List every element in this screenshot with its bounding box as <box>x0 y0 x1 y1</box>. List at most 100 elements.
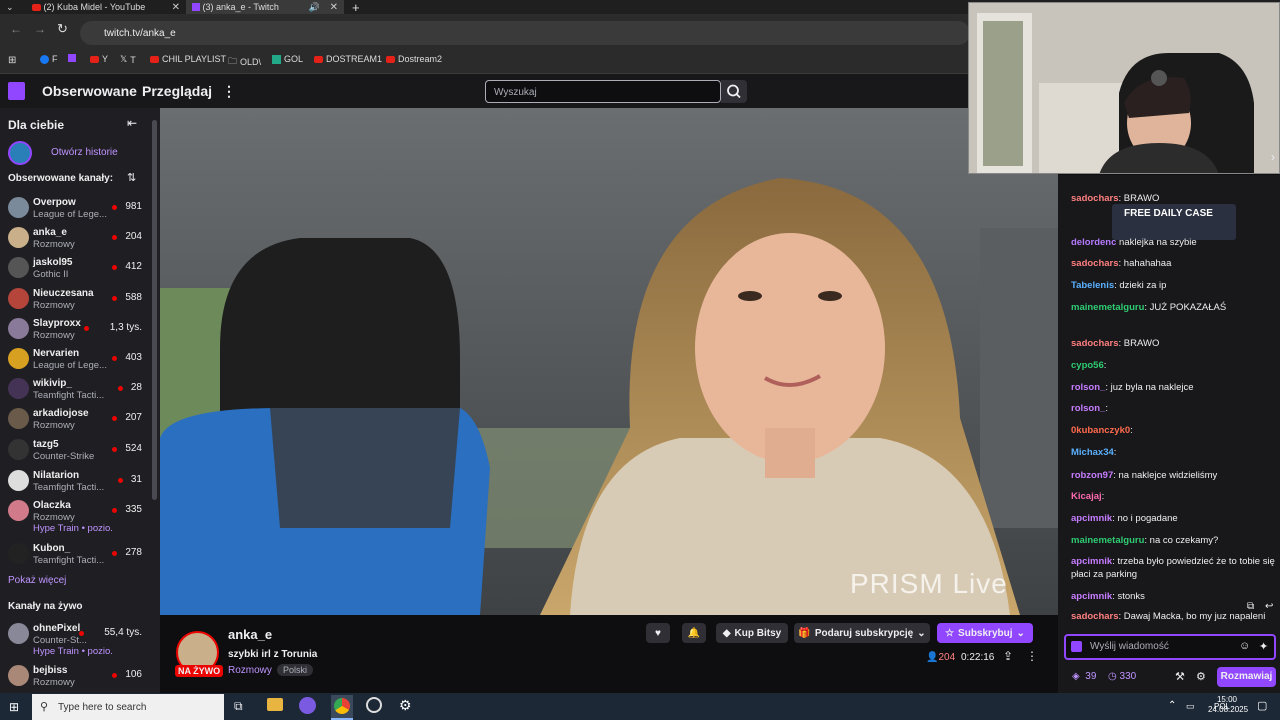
obs-icon[interactable] <box>366 697 382 713</box>
stream-category[interactable]: Rozmowy <box>228 665 272 676</box>
gear-icon[interactable]: ⚙ <box>399 697 412 714</box>
more-vertical-icon[interactable]: ⋮ <box>1026 649 1038 663</box>
speaker-icon[interactable]: 🔊 <box>309 2 320 13</box>
chat-username[interactable]: sadochars <box>1071 258 1119 269</box>
sidebar-channel-arkadiojose[interactable]: arkadiojose Rozmowy 207 <box>0 405 150 435</box>
chat-username[interactable]: cypo56 <box>1071 360 1104 371</box>
open-stories-link[interactable]: Otwórz historie <box>51 147 118 158</box>
network-icon[interactable]: ▭ <box>1186 701 1195 712</box>
show-more-link[interactable]: Pokaż więcej <box>8 575 66 586</box>
live-channel-bejbiss[interactable]: bejbiss Rozmowy 106 <box>0 662 150 692</box>
language-tag[interactable]: Polski <box>277 664 314 676</box>
discord-icon[interactable] <box>299 697 316 714</box>
windows-start-icon[interactable]: ⊞ <box>9 700 19 714</box>
channel-points[interactable]: ◈ 39 <box>1072 671 1096 682</box>
chat-username[interactable]: rolson_ <box>1071 403 1105 414</box>
search-input[interactable]: Wyszukaj <box>485 80 721 103</box>
chat-username[interactable]: Kicajaj <box>1071 491 1102 502</box>
apps-grid-icon[interactable]: ⊞ <box>8 55 16 66</box>
tab-youtube[interactable]: (2) Kuba Midel - YouTube ✕ <box>26 0 186 14</box>
chat-username[interactable]: sadochars <box>1071 193 1119 204</box>
bookmark-t[interactable]: 𝕏T <box>120 54 136 65</box>
search-button[interactable] <box>721 80 747 103</box>
sidebar-channel-anka_e[interactable]: anka_e Rozmowy 204 <box>0 224 150 254</box>
gift-sub-label: Podaruj subskrypcję <box>814 627 914 639</box>
nav-followed[interactable]: Obserwowane <box>42 83 137 99</box>
sidebar-channel-nilatarion[interactable]: Nilatarion Teamfight Tacti... 31 <box>0 467 150 497</box>
chat-username[interactable]: apcimnik <box>1071 591 1112 602</box>
twitch-logo-icon[interactable] <box>8 82 25 100</box>
video-player[interactable]: PRISM Live <box>160 108 1058 615</box>
live-channel-ohnepixel[interactable]: ohnePixel Counter-St... Hype Train • pozio… <box>0 620 150 657</box>
chat-username[interactable]: delordenc <box>1071 237 1116 248</box>
sidebar-channel-slayproxx[interactable]: Slayproxx Rozmowy 1,3 tys. <box>0 315 150 345</box>
viewer-count: 278 <box>125 547 142 558</box>
sidebar-channel-nieuczesana[interactable]: Nieuczesana Rozmowy 588 <box>0 285 150 315</box>
chat-username[interactable]: Tabelenis <box>1071 280 1114 291</box>
chat-emote-badge-icon[interactable] <box>1071 641 1082 652</box>
facebook-icon <box>40 54 49 64</box>
chat-username[interactable]: 0kubanczyk0 <box>1071 425 1130 436</box>
chat-username[interactable]: apcimnik <box>1071 513 1112 524</box>
chevron-right-icon[interactable]: › <box>1271 150 1275 164</box>
gift-sub-button[interactable]: 🎁 Podaruj subskrypcję ⌄ <box>794 623 930 643</box>
back-icon[interactable]: ← <box>10 22 22 36</box>
channel-name[interactable]: anka_e <box>228 627 272 642</box>
sidebar-scrollbar[interactable] <box>152 120 157 500</box>
sidebar-channel-kubon_[interactable]: Kubon_ Teamfight Tacti... 278 <box>0 540 150 570</box>
bookmark-dostream1[interactable]: DOSTREAM1 <box>314 54 382 64</box>
more-vertical-icon[interactable]: ⋮ <box>222 83 236 100</box>
chat-username[interactable]: sadochars <box>1071 611 1119 622</box>
chat-username[interactable]: Michax34 <box>1071 447 1114 458</box>
notification-icon[interactable]: ▢ <box>1257 699 1267 712</box>
new-tab-button[interactable]: + <box>346 0 362 15</box>
bookmark-dostream2[interactable]: Dostream2 <box>386 54 442 64</box>
file-explorer-icon[interactable] <box>267 698 283 711</box>
chat-username[interactable]: mainemetalguru <box>1071 535 1144 546</box>
gear-icon[interactable]: ⚙ <box>1196 670 1206 683</box>
watch-streak[interactable]: ◷ 330 <box>1108 671 1136 682</box>
mod-tools-icon[interactable]: ⚒ <box>1175 670 1185 683</box>
chat-send-button[interactable]: Rozmawiaj <box>1217 667 1276 687</box>
bookmark-twitch[interactable] <box>68 54 76 62</box>
sidebar-channel-wikivip_[interactable]: wikivip_ Teamfight Tacti... 28 <box>0 375 150 405</box>
bookmark-y[interactable]: Y <box>90 54 108 64</box>
tab-list-button[interactable]: ⌄ <box>0 0 22 14</box>
sidebar-channel-olaczka[interactable]: Olaczka Rozmowy Hype Train • pozio... 335 <box>0 497 150 534</box>
address-bar[interactable]: twitch.tv/anka_e <box>80 21 970 45</box>
nav-browse[interactable]: Przeglądaj <box>142 83 212 99</box>
chat-username[interactable]: mainemetalguru <box>1071 302 1144 313</box>
sidebar-channel-nervarien[interactable]: Nervarien League of Lege... 403 <box>0 345 150 375</box>
close-icon[interactable]: ✕ <box>172 2 180 13</box>
bits-cheer-icon[interactable]: ✦ <box>1259 640 1268 653</box>
reload-icon[interactable]: ↻ <box>57 21 68 37</box>
tab-twitch[interactable]: (3) anka_e - Twitch 🔊 ✕ <box>186 0 344 14</box>
subscribe-button[interactable]: ☆ Subskrybuj ⌄ <box>937 623 1033 643</box>
chevron-up-icon[interactable]: ⌃ <box>1168 700 1176 711</box>
bookmark-old[interactable]: 🗀 OLD\ <box>228 54 261 70</box>
bookmark-chil-playlist[interactable]: CHIL PLAYLIST <box>150 54 226 64</box>
sidebar-channel-overpow[interactable]: Overpow League of Lege... 981 <box>0 194 150 224</box>
forward-icon[interactable]: → <box>34 22 46 36</box>
buy-bits-button[interactable]: ◆ Kup Bitsy <box>716 623 788 643</box>
close-icon[interactable]: ✕ <box>330 2 338 13</box>
sort-icon[interactable]: ⇅ <box>127 171 136 184</box>
bookmark-gol[interactable]: GOL <box>272 54 303 64</box>
clock[interactable]: 15:00 24.08.2025 <box>1208 695 1248 715</box>
bookmark-f[interactable]: F <box>40 54 58 64</box>
sidebar-channel-jaskol95[interactable]: jaskol95 Gothic II 412 <box>0 254 150 284</box>
sidebar-channel-tazg5[interactable]: tazg5 Counter-Strike 524 <box>0 436 150 466</box>
collapse-sidebar-icon[interactable]: ⇤ <box>127 116 137 130</box>
chat-username[interactable]: robzon97 <box>1071 470 1113 481</box>
emote-picker-icon[interactable]: ☺ <box>1239 640 1250 652</box>
task-view-icon[interactable]: ⧉ <box>234 699 243 714</box>
share-icon[interactable]: ⇪ <box>1003 649 1013 663</box>
notifications-button[interactable]: 🔔 <box>682 623 706 643</box>
chat-username[interactable]: apcimnik <box>1071 556 1112 567</box>
taskbar-search-input[interactable]: Type here to search <box>32 694 224 720</box>
follow-button[interactable]: ♥ <box>646 623 670 643</box>
chat-username[interactable]: sadochars <box>1071 338 1119 349</box>
stories-avatar[interactable] <box>8 141 32 165</box>
chat-ad-banner[interactable]: FREE DAILY CASE <box>1112 204 1236 240</box>
chat-username[interactable]: rolson_ <box>1071 382 1105 393</box>
